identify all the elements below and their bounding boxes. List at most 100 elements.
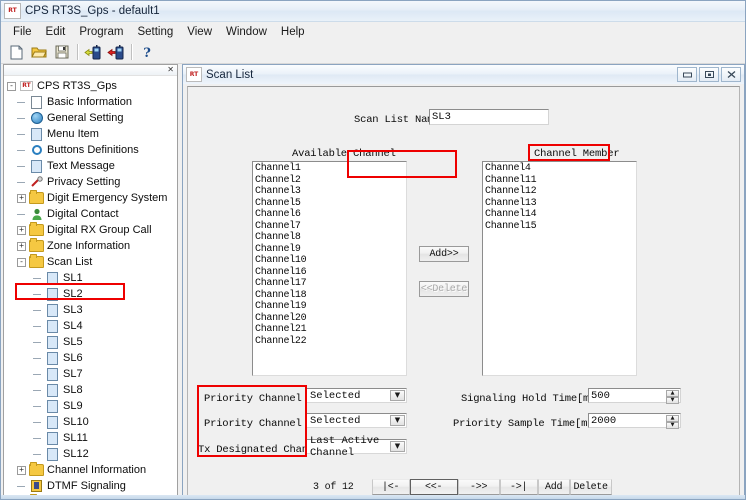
restore-button[interactable]: [699, 67, 719, 82]
next-record-button[interactable]: ->>: [458, 479, 500, 495]
available-channel-item[interactable]: Channel3: [254, 186, 406, 198]
tree-node-text-message[interactable]: Text Message: [7, 158, 177, 174]
menu-window[interactable]: Window: [219, 25, 274, 39]
tree-view: -RTCPS RT3S_GpsBasic InformationGeneral …: [4, 76, 177, 497]
tree-node-root[interactable]: -RTCPS RT3S_Gps: [7, 78, 177, 94]
minimize-button[interactable]: [677, 67, 697, 82]
chevron-down-icon[interactable]: ▼: [390, 441, 405, 452]
sidebar-close-icon[interactable]: ✕: [167, 66, 174, 74]
menu-file[interactable]: File: [6, 25, 39, 39]
first-record-button[interactable]: |<-: [372, 479, 410, 495]
tree-node-basic-information[interactable]: Basic Information: [7, 94, 177, 110]
menu-setting[interactable]: Setting: [130, 25, 180, 39]
document-icon: [29, 95, 44, 109]
channel-member-item[interactable]: Channel4: [484, 163, 636, 175]
list-doc-icon: [45, 415, 60, 429]
tree-expander-icon[interactable]: -: [7, 82, 16, 91]
available-channel-item[interactable]: Channel18: [254, 290, 406, 302]
tree-node-sl2[interactable]: SL2: [7, 286, 177, 302]
open-file-icon[interactable]: [28, 42, 50, 62]
spinner-up-icon[interactable]: ▲: [666, 390, 679, 397]
channel-member-item[interactable]: Channel11: [484, 175, 636, 187]
available-channel-item[interactable]: Channel22: [254, 336, 406, 348]
tree-node-digital-contact[interactable]: Digital Contact: [7, 206, 177, 222]
new-file-icon[interactable]: [5, 42, 27, 62]
available-channel-listbox[interactable]: Channel1Channel2Channel3Channel5Channel6…: [252, 161, 407, 376]
tree-expander-icon[interactable]: +: [17, 466, 26, 475]
tree-expander-icon[interactable]: +: [17, 242, 26, 251]
channel-member-listbox[interactable]: Channel4Channel11Channel12Channel13Chann…: [482, 161, 637, 376]
close-button[interactable]: [721, 67, 741, 82]
available-channel-item[interactable]: Channel16: [254, 267, 406, 279]
tree-node-sl9[interactable]: SL9: [7, 398, 177, 414]
help-icon[interactable]: ?: [136, 42, 158, 62]
available-channel-item[interactable]: Channel21: [254, 324, 406, 336]
tree-node-sl4[interactable]: SL4: [7, 318, 177, 334]
tree-node-sl3[interactable]: SL3: [7, 302, 177, 318]
chevron-down-icon[interactable]: ▼: [390, 390, 405, 401]
signaling-hold-time-spinner[interactable]: ▲ ▼: [666, 390, 679, 401]
priority-channel-2-select[interactable]: Selected ▼: [306, 413, 407, 428]
tree-node-sl6[interactable]: SL6: [7, 350, 177, 366]
available-channel-item[interactable]: Channel17: [254, 278, 406, 290]
tree-node-sl5[interactable]: SL5: [7, 334, 177, 350]
available-channel-item[interactable]: Channel19: [254, 301, 406, 313]
menu-view[interactable]: View: [180, 25, 219, 39]
menu-edit[interactable]: Edit: [39, 25, 73, 39]
tree-node-buttons-definitions[interactable]: Buttons Definitions: [7, 142, 177, 158]
read-from-radio-icon[interactable]: [82, 42, 104, 62]
tree-node-scan-list[interactable]: -Scan List: [7, 254, 177, 270]
available-channel-item[interactable]: Channel10: [254, 255, 406, 267]
tree-node-dtmf-signaling[interactable]: DTMF Signaling: [7, 478, 177, 494]
write-to-radio-icon[interactable]: [105, 42, 127, 62]
scan-list-name-input[interactable]: SL3: [429, 109, 549, 125]
spinner-up-icon[interactable]: ▲: [666, 415, 679, 422]
available-channel-item[interactable]: Channel1: [254, 163, 406, 175]
chevron-down-icon[interactable]: ▼: [390, 415, 405, 426]
menu-help[interactable]: Help: [274, 25, 312, 39]
priority-sample-time-spinner[interactable]: ▲ ▼: [666, 415, 679, 426]
menu-program[interactable]: Program: [72, 25, 130, 39]
tree-node-digit-emergency-system[interactable]: +Digit Emergency System: [7, 190, 177, 206]
spinner-down-icon[interactable]: ▼: [666, 422, 679, 429]
tree-node-privacy-setting[interactable]: Privacy Setting: [7, 174, 177, 190]
signaling-hold-time-input[interactable]: 500 ▲ ▼: [588, 388, 681, 403]
delete-record-button[interactable]: Delete: [570, 479, 612, 495]
previous-record-button[interactable]: <<-: [410, 479, 458, 495]
tree-node-sl10[interactable]: SL10: [7, 414, 177, 430]
tree-node-general-setting[interactable]: General Setting: [7, 110, 177, 126]
available-channel-item[interactable]: Channel2: [254, 175, 406, 187]
available-channel-item[interactable]: Channel20: [254, 313, 406, 325]
folder-icon: [29, 463, 44, 477]
last-record-button[interactable]: ->|: [500, 479, 538, 495]
available-channel-item[interactable]: Channel5: [254, 198, 406, 210]
tree-node-sl8[interactable]: SL8: [7, 382, 177, 398]
priority-sample-time-input[interactable]: 2000 ▲ ▼: [588, 413, 681, 428]
channel-member-item[interactable]: Channel15: [484, 221, 636, 233]
tx-designated-channel-select[interactable]: Last Active Channel ▼: [306, 439, 407, 454]
tree-expander-icon[interactable]: -: [17, 258, 26, 267]
tree-expander-icon[interactable]: +: [17, 226, 26, 235]
priority-channel-1-select[interactable]: Selected ▼: [306, 388, 407, 403]
tree-node-digital-rx-group-call[interactable]: +Digital RX Group Call: [7, 222, 177, 238]
svg-text:?: ?: [143, 46, 151, 60]
channel-member-item[interactable]: Channel13: [484, 198, 636, 210]
tree-expander-icon[interactable]: +: [17, 194, 26, 203]
save-file-icon[interactable]: [51, 42, 73, 62]
available-channel-item[interactable]: Channel7: [254, 221, 406, 233]
available-channel-item[interactable]: Channel8: [254, 232, 406, 244]
tree-node-sl11[interactable]: SL11: [7, 430, 177, 446]
channel-member-item[interactable]: Channel12: [484, 186, 636, 198]
channel-member-item[interactable]: Channel14: [484, 209, 636, 221]
tree-node-channel-information[interactable]: +Channel Information: [7, 462, 177, 478]
tree-node-menu-item[interactable]: Menu Item: [7, 126, 177, 142]
available-channel-item[interactable]: Channel6: [254, 209, 406, 221]
add-record-button[interactable]: Add: [538, 479, 570, 495]
tree-node-sl12[interactable]: SL12: [7, 446, 177, 462]
available-channel-item[interactable]: Channel9: [254, 244, 406, 256]
add-channel-button[interactable]: Add>>: [419, 246, 469, 262]
tree-node-sl1[interactable]: SL1: [7, 270, 177, 286]
tree-node-sl7[interactable]: SL7: [7, 366, 177, 382]
spinner-down-icon[interactable]: ▼: [666, 397, 679, 404]
tree-node-zone-information[interactable]: +Zone Information: [7, 238, 177, 254]
